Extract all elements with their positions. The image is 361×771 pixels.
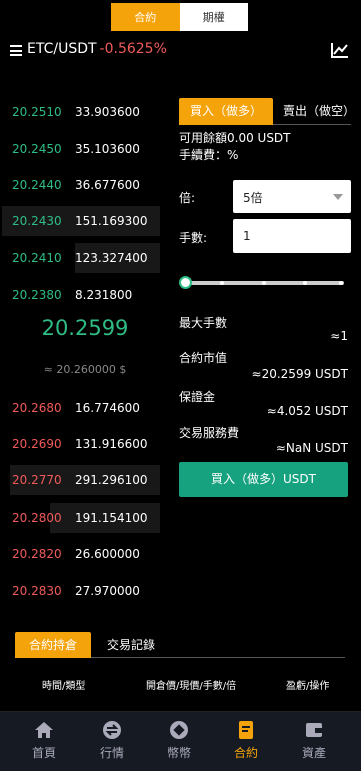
- bottom-nav: 首頁 行情 幣幣 合約 資產: [0, 711, 361, 771]
- ask-price: 20.2770: [12, 473, 62, 487]
- nav-spot[interactable]: 幣幣: [149, 712, 209, 771]
- pair-header: ETC/USDT -0.5625%: [0, 38, 361, 64]
- nav-label: 資產: [301, 746, 326, 760]
- bid-price: 20.2410: [12, 251, 62, 265]
- bid-row[interactable]: 20.2380 8.231800: [0, 280, 170, 310]
- ask-row[interactable]: 20.2800 191.154100: [0, 503, 170, 533]
- leverage-label: 倍:: [179, 191, 196, 205]
- margin-value: ≈4.052 USDT: [266, 404, 348, 418]
- ask-row[interactable]: 20.2770 291.296100: [0, 465, 170, 495]
- ask-price: 20.2690: [12, 437, 62, 451]
- ask-row[interactable]: 20.2680 16.774600: [0, 393, 170, 423]
- margin-label: 保證金: [179, 390, 216, 404]
- ask-row[interactable]: 20.2820 26.600000: [0, 539, 170, 569]
- side-tabs: 買入（做多） 賣出（做空）: [179, 98, 353, 125]
- slider-handle[interactable]: [179, 276, 192, 289]
- max-lots-label: 最大手數: [179, 316, 228, 330]
- lots-input[interactable]: 1: [233, 219, 351, 253]
- ask-qty: 131.916600: [75, 437, 148, 451]
- column-header: 時間/類型: [42, 681, 86, 692]
- ask-qty: 26.600000: [75, 547, 140, 561]
- last-price: 20.2599: [41, 316, 129, 340]
- nav-label: 首頁: [31, 746, 56, 760]
- price-change: -0.5625%: [99, 41, 167, 57]
- bid-qty: 151.169300: [75, 214, 148, 228]
- bid-qty: 123.327400: [75, 251, 148, 265]
- bid-price: 20.2450: [12, 142, 62, 156]
- buy-long-button[interactable]: 買入（做多）USDT: [179, 462, 348, 497]
- chevron-down-icon: [333, 194, 343, 200]
- slider-step[interactable]: [303, 281, 307, 285]
- nav-label: 行情: [99, 746, 124, 760]
- market-type-tabs: 合約 期權: [111, 3, 248, 31]
- nav-contract[interactable]: 合約: [216, 712, 276, 771]
- wallet-icon: [306, 723, 322, 737]
- nav-label: 幣幣: [166, 746, 191, 760]
- bid-qty: 36.677600: [75, 178, 140, 192]
- ask-price: 20.2830: [12, 584, 62, 598]
- ask-price: 20.2820: [12, 547, 62, 561]
- bid-price: 20.2440: [12, 178, 62, 192]
- bid-row[interactable]: 20.2510 33.903600: [0, 97, 170, 127]
- menu-icon[interactable]: [10, 45, 22, 56]
- ask-price: 20.2680: [12, 401, 62, 415]
- chart-icon[interactable]: [331, 42, 349, 58]
- coin-icon: [170, 721, 188, 739]
- tab-buy-long[interactable]: 買入（做多）: [179, 98, 273, 125]
- service-fee-value: ≈NaN USDT: [275, 441, 348, 455]
- leverage-value: 5倍: [243, 191, 263, 205]
- amount-slider[interactable]: [179, 276, 351, 290]
- tab-sell-short[interactable]: 賣出（做空）: [283, 98, 353, 125]
- ask-qty: 191.154100: [75, 511, 148, 525]
- position-columns: 時間/類型 開倉價/現價/手數/倍 盈虧/操作: [0, 677, 361, 692]
- pair-name: ETC/USDT: [27, 41, 97, 57]
- tab-positions[interactable]: 合約持倉: [15, 632, 91, 658]
- ask-qty: 27.970000: [75, 584, 140, 598]
- fee-info: 手續費：%: [179, 148, 239, 162]
- bid-price: 20.2510: [12, 105, 62, 119]
- max-lots-value: ≈1: [330, 329, 348, 343]
- nav-assets[interactable]: 資產: [284, 712, 344, 771]
- leverage-select[interactable]: 5倍: [233, 180, 351, 213]
- exchange-icon: [103, 721, 121, 739]
- lots-label: 手數:: [179, 231, 208, 245]
- pair-title[interactable]: ETC/USDT -0.5625%: [27, 41, 167, 57]
- column-header: 盈虧/操作: [286, 681, 330, 692]
- bid-row[interactable]: 20.2410 123.327400: [0, 243, 170, 273]
- bid-row[interactable]: 20.2440 36.677600: [0, 170, 170, 200]
- ask-price: 20.2800: [12, 511, 62, 525]
- tab-options[interactable]: 期權: [180, 3, 249, 31]
- available-balance: 可用餘額0.00 USDT: [179, 131, 291, 145]
- bid-qty: 33.903600: [75, 105, 140, 119]
- position-tabs: 合約持倉 交易記錄: [15, 632, 345, 658]
- service-fee-label: 交易服務費: [179, 426, 240, 440]
- nav-label: 合約: [233, 746, 258, 760]
- tab-trade-history[interactable]: 交易記錄: [107, 632, 155, 658]
- column-header: 開倉價/現價/手數/倍: [146, 681, 237, 692]
- ask-qty: 16.774600: [75, 401, 140, 415]
- home-icon: [35, 722, 53, 738]
- bid-qty: 35.103600: [75, 142, 140, 156]
- slider-step[interactable]: [339, 281, 343, 285]
- ask-row[interactable]: 20.2830 27.970000: [0, 576, 170, 606]
- bid-row[interactable]: 20.2430 151.169300: [0, 206, 170, 236]
- reference-price: ≈ 20.260000 $: [43, 363, 127, 376]
- document-icon: [239, 721, 253, 739]
- tab-contract[interactable]: 合約: [111, 3, 180, 31]
- bid-qty: 8.231800: [75, 288, 133, 302]
- nav-market[interactable]: 行情: [82, 712, 142, 771]
- nav-home[interactable]: 首頁: [14, 712, 74, 771]
- ask-qty: 291.296100: [75, 473, 148, 487]
- bid-row[interactable]: 20.2450 35.103600: [0, 134, 170, 164]
- ask-row[interactable]: 20.2690 131.916600: [0, 429, 170, 459]
- bid-price: 20.2380: [12, 288, 62, 302]
- slider-step[interactable]: [220, 281, 224, 285]
- bid-price: 20.2430: [12, 214, 62, 228]
- contract-value: ≈20.2599 USDT: [251, 367, 348, 381]
- contract-value-label: 合約市值: [179, 351, 228, 365]
- slider-step[interactable]: [262, 281, 266, 285]
